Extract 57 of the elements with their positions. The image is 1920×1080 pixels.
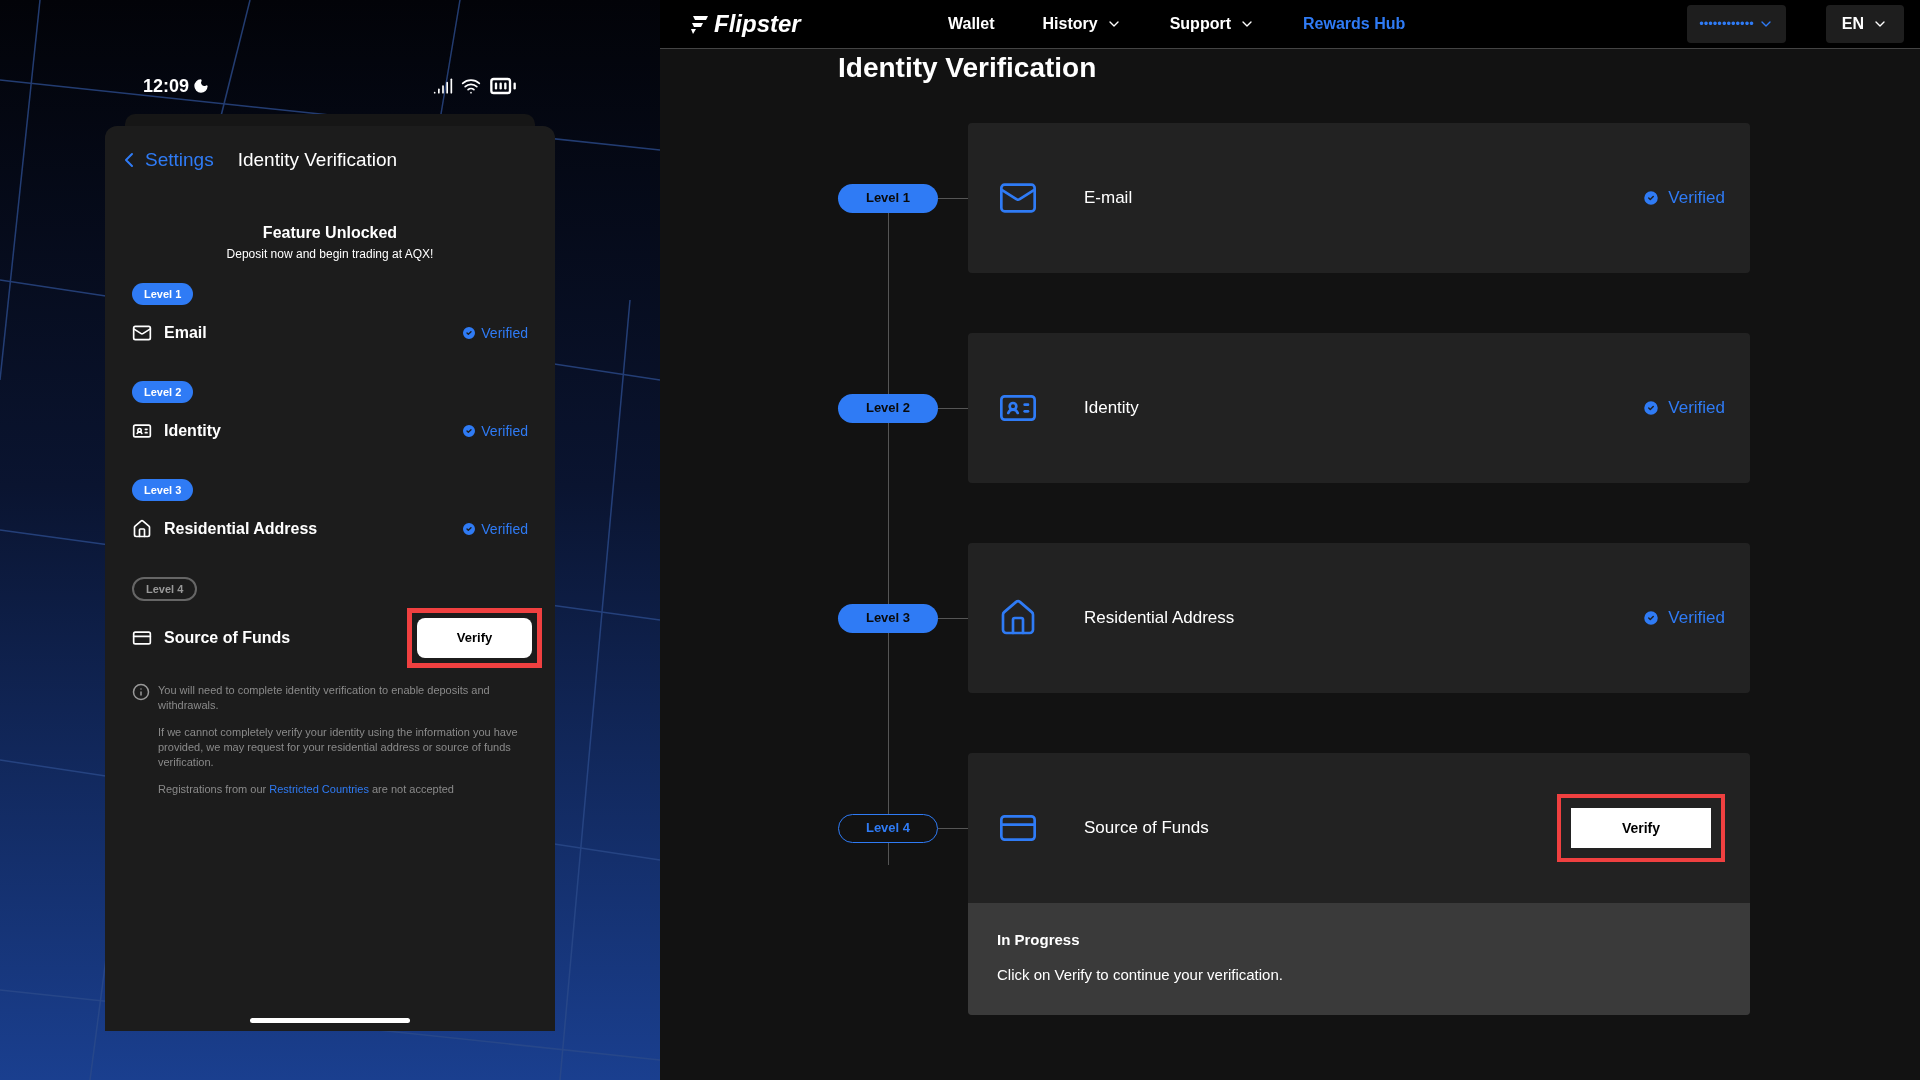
level-name: E-mail — [1084, 187, 1133, 210]
level-name: Identity — [1084, 397, 1139, 420]
note-text: If we cannot completely verify your identity using the information you have provided, we may request for your residential address or source of funds verification. — [158, 724, 519, 770]
nav-item[interactable]: Support — [1169, 12, 1255, 36]
moon-icon — [193, 78, 210, 94]
status-label: Verified — [1668, 607, 1725, 630]
logo-text: Flipster — [714, 9, 801, 39]
nav-item[interactable]: Wallet — [948, 12, 995, 36]
envelope-icon — [132, 323, 152, 343]
check-icon — [461, 521, 478, 537]
back-link[interactable]: Settings — [117, 146, 214, 175]
progress-text: Click on Verify to continue your verification. — [997, 964, 1284, 985]
level-badge: Level 1 — [838, 183, 938, 213]
house-icon — [132, 519, 152, 539]
note-text: You will need to complete identity verification to enable deposits and withdrawals. — [158, 682, 491, 713]
level-name: Residential Address — [1084, 607, 1235, 630]
level-badge: Level 2 — [838, 393, 938, 423]
level-badge: Level 4 — [838, 813, 938, 843]
unlocked-subtitle: Deposit now and begin trading at AQX! — [226, 245, 434, 263]
wifi-icon — [461, 76, 481, 96]
level-name: Identity — [164, 421, 221, 441]
level-badge: Level 2 — [132, 380, 194, 403]
level-name: Email — [164, 323, 207, 343]
check-icon — [1642, 189, 1661, 207]
level-badge: Level 3 — [838, 603, 938, 633]
screen-title: Identity Verification — [237, 148, 398, 172]
info-icon — [132, 682, 150, 701]
level-name: Residential Address — [164, 519, 318, 539]
signal-icon — [433, 76, 453, 96]
progress-title: In Progress — [997, 930, 1081, 950]
level-name: Source of Funds — [1084, 817, 1209, 840]
check-icon — [461, 325, 478, 341]
nav-item[interactable]: History — [1042, 12, 1122, 36]
status-time: 12:09 — [143, 74, 190, 98]
check-icon — [1642, 399, 1661, 417]
status-label: Verified — [481, 323, 528, 343]
nav-item[interactable]: Rewards Hub — [1303, 12, 1406, 36]
note-text: Registrations from our Restricted Countries are not accepted — [158, 781, 455, 797]
level-badge: Level 4 — [132, 576, 198, 601]
status-label: Verified — [1668, 187, 1725, 210]
restricted-countries-link[interactable]: Restricted Countries — [269, 782, 369, 795]
verify-button[interactable]: Verify — [417, 617, 532, 658]
logo-icon — [688, 13, 710, 35]
id-card-icon — [132, 421, 152, 441]
check-icon — [461, 423, 478, 439]
page-heading: Identity Verification — [838, 51, 1098, 85]
level-badge: Level 3 — [132, 478, 194, 501]
status-label: Verified — [481, 421, 528, 441]
verify-button[interactable]: Verify — [1571, 808, 1711, 848]
account-dropdown[interactable]: •••••••••••• — [1687, 5, 1786, 43]
language-dropdown[interactable]: EN — [1825, 5, 1904, 43]
level-badge: Level 1 — [132, 282, 194, 305]
unlocked-title: Feature Unlocked — [262, 222, 398, 243]
status-label: Verified — [481, 519, 528, 539]
check-icon — [1642, 609, 1661, 627]
status-label: Verified — [1668, 397, 1725, 420]
level-name: Source of Funds — [164, 627, 291, 648]
